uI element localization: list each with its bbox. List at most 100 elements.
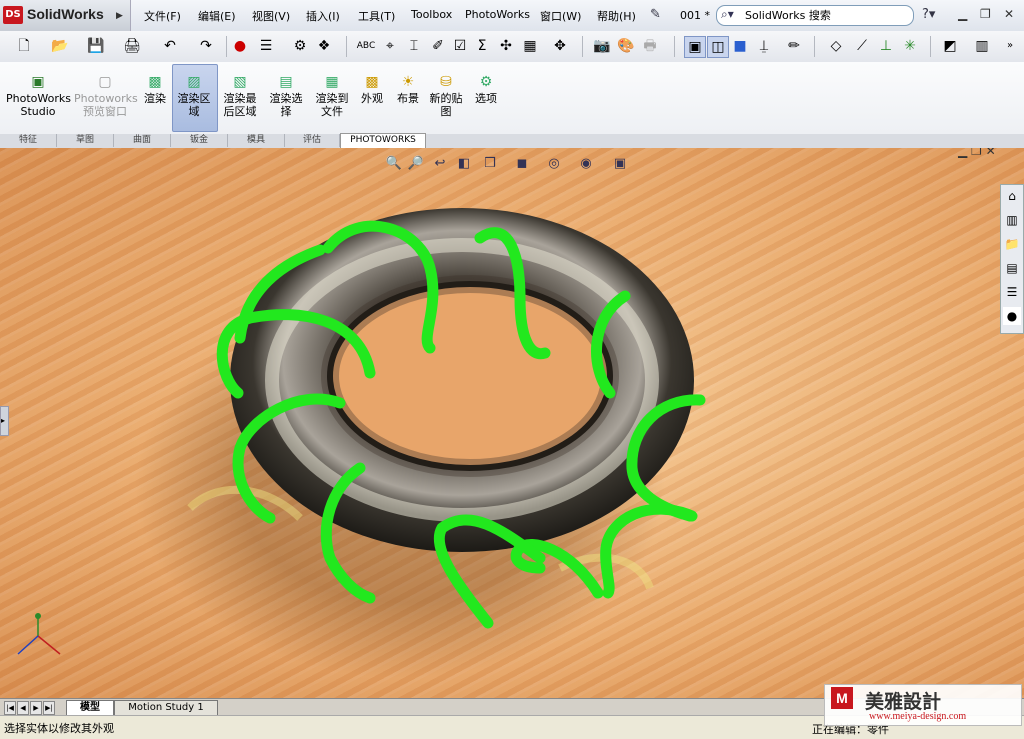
design-library-icon[interactable]: ▥ <box>1003 211 1021 229</box>
print-icon[interactable]: 🖨 <box>122 36 142 56</box>
tab-sheet-metal[interactable]: 钣金 <box>171 134 228 147</box>
tab-surfaces[interactable]: 曲面 <box>114 134 171 147</box>
file-explorer-icon[interactable]: 📁 <box>1003 235 1021 253</box>
cmd-new-decal[interactable]: ⛁ 新的贴 图 <box>426 74 466 118</box>
separator <box>226 36 227 57</box>
more-icon[interactable]: » <box>1000 36 1020 56</box>
photoworks-items-icon[interactable]: ● <box>1003 307 1021 325</box>
zoom-area-icon[interactable]: 🔎 <box>406 156 426 171</box>
model-render[interactable] <box>0 148 1024 698</box>
menu-help[interactable]: 帮助(H) <box>597 8 636 24</box>
checkbox-icon[interactable]: ☑ <box>450 36 470 56</box>
cmd-render[interactable]: ▩ 渲染 <box>140 74 170 105</box>
camera-icon[interactable]: 📷 <box>592 36 612 56</box>
tab-features[interactable]: 特征 <box>0 134 57 147</box>
coordinate-system-icon[interactable]: ⊥ <box>876 36 896 56</box>
tab-sketch[interactable]: 草图 <box>57 134 114 147</box>
minimize-button[interactable]: ▁ <box>958 7 967 21</box>
hidden-lines-icon[interactable]: ◫ <box>707 36 729 58</box>
layers-icon[interactable]: ▥ <box>972 36 992 56</box>
cmd-render-to-file[interactable]: ▦ 渲染到 文件 <box>312 74 352 118</box>
undo-icon[interactable]: ↶ <box>160 36 180 56</box>
edit-appearance-icon[interactable]: ◉ <box>576 156 596 171</box>
cmd-appearance[interactable]: ▩ 外观 <box>356 74 388 105</box>
close-button[interactable]: ✕ <box>1004 7 1014 21</box>
cmd-render-last-region[interactable]: ▧ 渲染最 后区域 <box>220 74 260 118</box>
point-icon[interactable]: ✳ <box>900 36 920 56</box>
zoom-to-fit-icon[interactable]: 🔍 <box>384 156 404 171</box>
display-style-icon[interactable]: ◼ <box>512 156 532 171</box>
printer-icon[interactable]: 🖶 <box>640 36 660 56</box>
note-icon[interactable]: ✐ <box>428 36 448 56</box>
dimension-icon[interactable]: ⌖ <box>380 36 400 56</box>
grid-icon[interactable]: ▦ <box>520 36 540 56</box>
pin-icon[interactable]: ✎ <box>650 7 661 22</box>
nav-next-icon[interactable]: ▶ <box>30 701 42 715</box>
view-orientation-icon[interactable]: ❒ <box>480 156 500 171</box>
home-icon[interactable]: ⌂ <box>1003 187 1021 205</box>
cmd-options[interactable]: ⚙ 选项 <box>470 74 502 105</box>
hide-show-icon[interactable]: ◎ <box>544 156 564 171</box>
sum-icon[interactable]: Σ <box>472 36 492 56</box>
smart-dimension-icon[interactable]: ⌶ <box>404 36 424 56</box>
cmd-scene[interactable]: ☀ 布景 <box>392 74 424 105</box>
ds-logo-icon: DS <box>3 6 23 24</box>
graphics-viewport[interactable]: 🔍 🔎 ↩ ◧ ❒ ◼ ◎ ◉ ▣ ▁ ❐ ✕ ⌂ ▥ 📁 ▤ ☰ ● ▸ <box>0 148 1024 698</box>
nav-prev-icon[interactable]: ◀ <box>17 701 29 715</box>
photo-icon[interactable]: 🎨 <box>616 36 636 56</box>
document-name: 001 * <box>680 9 710 22</box>
file-properties-icon[interactable]: ☰ <box>256 36 276 56</box>
cmd-render-selection[interactable]: ▤ 渲染选 择 <box>266 74 306 118</box>
section-view-icon[interactable]: ⍊ <box>754 36 774 56</box>
menu-view[interactable]: 视图(V) <box>252 8 290 24</box>
standard-toolbar: 🗋 📂 💾 🖨 ↶ ↷ ● ☰ ⚙ ❖ ABC ⌖ ⌶ ✐ ☑ Σ ✣ ▦ ✥ … <box>0 31 1024 63</box>
help-icon[interactable]: ?▾ <box>922 7 935 22</box>
move-icon[interactable]: ✥ <box>550 36 570 56</box>
tab-motion-study[interactable]: Motion Study 1 <box>114 700 218 716</box>
cmd-photoworks-studio[interactable]: ▣ PhotoWorks Studio <box>6 74 71 118</box>
menu-window[interactable]: 窗口(W) <box>540 8 581 24</box>
menu-edit[interactable]: 编辑(E) <box>198 8 236 24</box>
status-message: 选择实体以修改其外观 <box>4 722 114 735</box>
wireframe-icon[interactable]: ▣ <box>684 36 706 58</box>
redo-icon[interactable]: ↷ <box>196 36 216 56</box>
cmd-preview-window[interactable]: ▢ Photoworks 预览窗口 <box>74 74 138 118</box>
menu-insert[interactable]: 插入(I) <box>306 8 340 24</box>
search-input[interactable] <box>745 7 905 22</box>
save-icon[interactable]: 💾 <box>86 36 106 56</box>
solidworks-logo[interactable]: DS SolidWorks ▶ <box>0 0 131 31</box>
previous-view-icon[interactable]: ↩ <box>430 156 450 171</box>
menu-tools[interactable]: 工具(T) <box>358 8 395 24</box>
menu-toolbox[interactable]: Toolbox <box>411 8 452 21</box>
panel-collapse-handle[interactable]: ▸ <box>0 406 9 436</box>
studio-icon: ▣ <box>31 74 45 90</box>
nav-first-icon[interactable]: |◀ <box>4 701 16 715</box>
appearance-toggle-icon[interactable]: ◩ <box>940 36 960 56</box>
shaded-icon[interactable]: ■ <box>730 36 750 56</box>
view-palette-icon[interactable]: ▤ <box>1003 259 1021 277</box>
tab-evaluate[interactable]: 评估 <box>285 134 340 147</box>
tab-mold[interactable]: 模具 <box>228 134 285 147</box>
tab-photoworks[interactable]: PHOTOWORKS <box>340 133 426 149</box>
options-icon[interactable]: ⚙ <box>290 36 310 56</box>
plane-icon[interactable]: ◇ <box>826 36 846 56</box>
cmd-render-region[interactable]: ▨ 渲染区 域 <box>174 74 214 118</box>
search-box[interactable]: ⌕▾ <box>716 5 914 26</box>
axis-icon[interactable]: ⟋ <box>852 36 872 56</box>
rebuild-icon[interactable]: ● <box>230 36 250 56</box>
tab-model[interactable]: 模型 <box>66 700 114 716</box>
spell-check-icon[interactable]: ABC <box>356 36 376 56</box>
view-settings-icon[interactable]: ▣ <box>610 156 630 171</box>
menu-file[interactable]: 文件(F) <box>144 8 181 24</box>
nav-last-icon[interactable]: ▶| <box>43 701 55 715</box>
equation-icon[interactable]: ✣ <box>496 36 516 56</box>
appearances-icon[interactable]: ☰ <box>1003 283 1021 301</box>
measure-icon[interactable]: ✏ <box>784 36 804 56</box>
section-icon[interactable]: ◧ <box>454 156 474 171</box>
new-icon[interactable]: 🗋 <box>14 36 34 56</box>
menu-photoworks[interactable]: PhotoWorks <box>465 8 530 21</box>
restore-button[interactable]: ❐ <box>980 7 991 21</box>
component-icon[interactable]: ❖ <box>314 36 334 56</box>
open-icon[interactable]: 📂 <box>50 36 70 56</box>
viewport-window-controls[interactable]: ▁ ❐ ✕ <box>958 148 996 158</box>
